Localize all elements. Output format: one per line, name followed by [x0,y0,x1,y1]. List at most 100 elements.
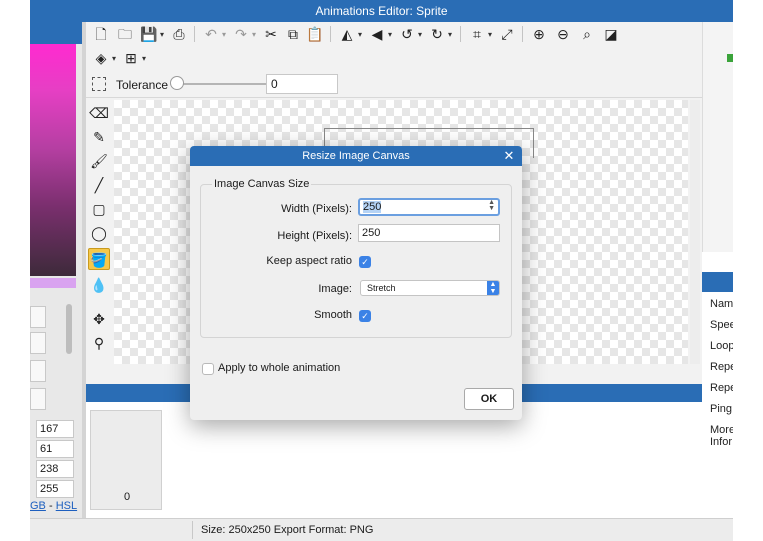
redo-dropdown-caret[interactable]: ▾ [252,30,256,39]
frame-thumbnail[interactable]: 0 [90,410,162,510]
smooth-checkbox[interactable]: ✓ [359,310,371,322]
properties-panel: Nam Spee Loop Repe Repe Ping More Infor [702,22,733,518]
export-icon[interactable]: ⎙ [170,25,188,43]
eraser-tool-icon[interactable]: ⌫ [88,102,110,124]
status-bar: Size: 250x250 Export Format: PNG [30,518,733,541]
property-info-label: Infor [710,436,733,448]
blue-value-field[interactable]: 238 [36,460,74,478]
flip-vertical-caret[interactable]: ▾ [388,30,392,39]
property-repeat-label: Repe [710,382,733,394]
color-gradient-picker[interactable] [30,44,76,276]
flip-horizontal-icon[interactable]: ◭ [338,25,356,43]
flip-horizontal-caret[interactable]: ▾ [358,30,362,39]
hue-slider[interactable] [30,278,76,288]
zoom-in-icon[interactable]: ⊕ [530,25,548,43]
color-option-box[interactable] [30,360,46,382]
redo-icon[interactable]: ↷ [232,25,250,43]
screen: Animations Editor: Sprite 167 61 238 255… [0,0,763,541]
dialog-title: Resize Image Canvas [190,146,522,166]
height-label: Height (Pixels): [277,230,352,242]
smooth-label: Smooth [314,309,352,321]
action-point-tool-icon[interactable]: ⚲ [88,332,110,354]
image-mode-label: Image: [318,283,352,295]
flip-vertical-icon[interactable]: ◀ [368,25,386,43]
width-value: 250 [363,201,382,213]
red-value-field[interactable]: 167 [36,420,74,438]
ellipse-tool-icon[interactable]: ◯ [88,222,110,244]
resize-canvas-icon[interactable]: ⤢ [498,25,516,43]
height-input[interactable]: 250 [358,224,500,242]
color-option-box[interactable] [30,332,46,354]
property-more-label: More [710,424,733,436]
paste-icon[interactable]: 📋 [306,25,324,43]
tool-options-bar: Tolerance 0 [86,70,702,98]
hotspot-tool-icon[interactable]: ✥ [88,308,110,330]
save-icon[interactable]: 💾 [140,25,158,43]
zoom-fit-icon[interactable]: ⌕ [578,25,596,43]
panel-scrollbar[interactable] [66,304,72,354]
rotate-left-icon[interactable]: ↺ [398,25,416,43]
status-text: Size: 250x250 Export Format: PNG [201,524,374,536]
line-tool-icon[interactable]: ╱ [88,174,110,196]
selection-mode-icon[interactable] [92,77,106,91]
rgb-mode-link[interactable]: GB [30,500,46,512]
properties-top-area [702,22,733,252]
rectangle-tool-icon[interactable]: ▢ [88,198,110,220]
tolerance-slider[interactable] [174,83,266,85]
secondary-toolbar: ◈ ▾ ⊞ ▾ [86,46,702,70]
toolbar-separator [194,26,195,42]
crop-icon[interactable]: ⌗ [468,25,486,43]
cut-icon[interactable]: ✂ [262,25,280,43]
open-folder-icon[interactable]: 🗀 [116,25,134,43]
layers-dropdown-caret[interactable]: ▾ [112,54,116,63]
tolerance-slider-handle[interactable] [170,76,184,90]
tolerance-value-field[interactable]: 0 [266,74,338,94]
frame-number: 0 [123,491,131,503]
toolbar-separator [522,26,523,42]
image-mode-select[interactable]: Stretch ▲ ▼ [360,280,500,296]
rotate-right-icon[interactable]: ↻ [428,25,446,43]
hsl-mode-link[interactable]: HSL [56,500,77,512]
mode-separator: - [48,500,53,512]
crop-dropdown-caret[interactable]: ▾ [488,30,492,39]
apply-all-checkbox[interactable] [202,363,214,375]
canvas-scrollbar[interactable] [690,100,700,364]
property-loop-label: Loop [710,340,733,352]
alpha-value-field[interactable]: 255 [36,480,74,498]
transparency-icon[interactable]: ◪ [602,25,620,43]
brush-tool-icon[interactable]: 🖌 [88,150,110,172]
property-speed-label: Spee [710,319,733,331]
property-repeat-label: Repe [710,361,733,373]
undo-dropdown-caret[interactable]: ▾ [222,30,226,39]
pencil-tool-icon[interactable]: ✎ [88,126,110,148]
group-label: Image Canvas Size [212,178,312,190]
layers-icon[interactable]: ◈ [92,49,110,67]
zoom-out-icon[interactable]: ⊖ [554,25,572,43]
save-dropdown-caret[interactable]: ▾ [160,30,164,39]
close-icon[interactable]: ✕ [502,148,516,164]
grid-dropdown-caret[interactable]: ▾ [142,54,146,63]
status-indicator [727,54,733,62]
ok-button[interactable]: OK [464,388,514,410]
grid-icon[interactable]: ⊞ [122,49,140,67]
new-file-icon[interactable]: 🗋 [92,25,110,43]
width-stepper-icon[interactable]: ▲ ▼ [488,199,495,212]
fill-bucket-tool-icon[interactable]: 🪣 [88,248,110,270]
color-mode-switch: GB - HSL [30,500,77,512]
undo-icon[interactable]: ↶ [202,25,220,43]
copy-icon[interactable]: ⧉ [284,25,302,43]
keep-aspect-label: Keep aspect ratio [266,255,352,267]
width-label: Width (Pixels): [281,203,352,215]
property-name-label: Nam [710,298,733,310]
color-option-box[interactable] [30,388,46,410]
color-option-box[interactable] [30,306,46,328]
color-picker-tool-icon[interactable]: 💧 [88,274,110,296]
green-value-field[interactable]: 61 [36,440,74,458]
width-input[interactable]: 250 ▲ ▼ [358,198,500,216]
property-ping-label: Ping [710,403,733,415]
keep-aspect-checkbox[interactable]: ✓ [359,256,371,268]
rotate-right-caret[interactable]: ▾ [448,30,452,39]
rotate-left-caret[interactable]: ▾ [418,30,422,39]
apply-all-label: Apply to whole animation [218,362,341,374]
resize-canvas-dialog: Resize Image Canvas ✕ Image Canvas Size … [190,146,522,420]
